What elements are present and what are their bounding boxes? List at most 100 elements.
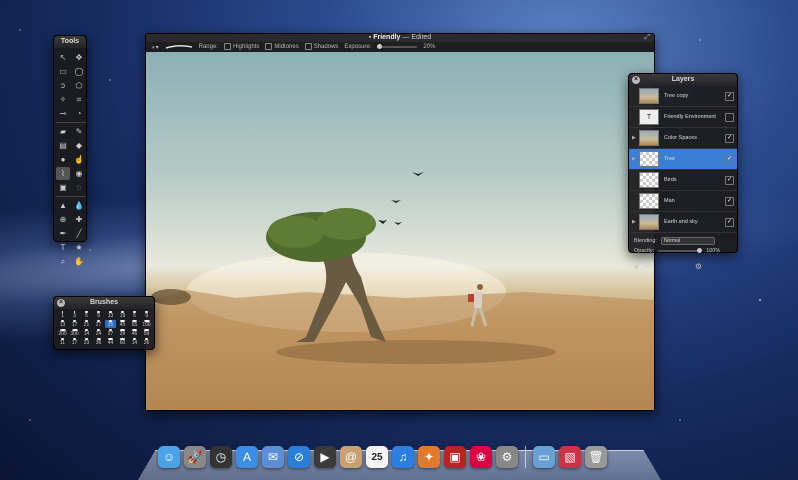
brush-icon[interactable]: ⌇ xyxy=(56,167,70,180)
exposure-slider-knob[interactable] xyxy=(377,44,383,49)
brush-preset[interactable]: 13 xyxy=(57,320,68,328)
pixelmator-icon[interactable]: ✦ xyxy=(418,446,440,468)
brush-preset[interactable]: 5 xyxy=(81,311,92,319)
iphoto-icon[interactable]: ❀ xyxy=(470,446,492,468)
brush-stroke-preview[interactable] xyxy=(165,44,193,50)
brush-preset[interactable]: 9 xyxy=(93,311,104,319)
eyedropper-icon[interactable]: ⊸ xyxy=(56,107,70,120)
photos-icon[interactable]: ▧ xyxy=(559,446,581,468)
trash-icon[interactable]: 🗑 xyxy=(585,446,607,468)
facetime-icon[interactable]: ▶ xyxy=(314,446,336,468)
opacity-slider-knob[interactable] xyxy=(697,248,703,253)
blending-select[interactable]: Normal xyxy=(660,237,715,245)
system-preferences-icon[interactable]: ⚙ xyxy=(496,446,518,468)
layer-actions-icon[interactable]: ⚙ xyxy=(695,262,702,271)
brush-preset[interactable]: 17 xyxy=(69,320,80,328)
brush-preset[interactable]: 13 xyxy=(105,311,116,319)
text-icon[interactable]: T xyxy=(56,241,70,254)
brush-preset[interactable]: 5 xyxy=(129,311,140,319)
poly-lasso-icon[interactable]: ⬠ xyxy=(72,79,86,92)
ellipse-select-icon[interactable]: ◯ xyxy=(72,65,86,78)
photo-booth-icon[interactable]: ▣ xyxy=(444,446,466,468)
sharpen-icon[interactable]: ▲ xyxy=(56,199,70,212)
zoom-icon[interactable]: ⌕ xyxy=(56,255,70,268)
brush-preset[interactable]: 65 xyxy=(129,320,140,328)
hand-icon[interactable]: ✋ xyxy=(72,255,86,268)
smudge-icon[interactable]: ☝ xyxy=(72,153,86,166)
launchpad-icon[interactable]: 🚀 xyxy=(184,446,206,468)
gradient-icon[interactable]: ▤ xyxy=(56,139,70,152)
app-store-icon[interactable]: A xyxy=(236,446,258,468)
brush-preset[interactable]: 1 xyxy=(57,311,68,319)
brush-preset[interactable]: 59 xyxy=(141,329,152,337)
magic-wand-icon[interactable]: ✧ xyxy=(56,93,70,106)
remove-layer-icon[interactable]: − xyxy=(645,262,650,271)
mail-icon[interactable]: ✉ xyxy=(262,446,284,468)
brush-preset[interactable]: 14 xyxy=(81,329,92,337)
midtones-option[interactable]: Midtones xyxy=(265,43,299,51)
sponge-icon[interactable]: ▣ xyxy=(56,181,70,194)
close-icon[interactable]: × xyxy=(632,76,640,84)
line-icon[interactable]: ╱ xyxy=(72,227,86,240)
brush-preset[interactable]: 39 xyxy=(117,329,128,337)
fullscreen-icon[interactable]: ⤢ xyxy=(644,34,650,42)
brush-preset[interactable]: 14 xyxy=(129,338,140,346)
disclosure-icon[interactable]: ▶ xyxy=(632,135,639,141)
brush-preset[interactable]: 300 xyxy=(69,329,80,337)
eraser-icon[interactable]: ▰ xyxy=(56,125,70,138)
brush-preset-icon[interactable]: ◐▾ xyxy=(152,44,159,51)
brush-preset[interactable]: 9 xyxy=(141,311,152,319)
visibility-checkbox[interactable] xyxy=(725,112,734,122)
crop-icon[interactable]: ⌗ xyxy=(72,93,86,106)
pencil-icon[interactable]: ✎ xyxy=(72,125,86,138)
itunes-icon[interactable]: ♫ xyxy=(392,446,414,468)
visibility-checkbox[interactable]: ✓ xyxy=(725,154,734,164)
brush-preset[interactable]: 11 xyxy=(57,338,68,346)
brush-preset[interactable]: 35 xyxy=(105,320,116,328)
brush-preset[interactable]: 46 xyxy=(129,329,140,337)
brush-preset[interactable]: 17 xyxy=(69,338,80,346)
layer-row[interactable]: T Friendly Environment xyxy=(629,107,737,128)
clone-icon[interactable]: ⊕ xyxy=(56,213,70,226)
close-icon[interactable]: × xyxy=(57,299,65,307)
move-icon[interactable]: ✥ xyxy=(72,51,86,64)
rect-select-icon[interactable]: ▭ xyxy=(56,65,70,78)
brush-preset[interactable]: 21 xyxy=(81,320,92,328)
opacity-slider[interactable] xyxy=(658,248,703,253)
exposure-slider[interactable] xyxy=(377,44,418,49)
brush-preset[interactable]: 200 xyxy=(57,329,68,337)
brush-preset[interactable]: 27 xyxy=(93,320,104,328)
folder-icon[interactable]: ▭ xyxy=(533,446,555,468)
brush-preset[interactable]: 24 xyxy=(93,329,104,337)
visibility-checkbox[interactable]: ✓ xyxy=(725,91,734,101)
color-picker-icon[interactable]: ◔ xyxy=(72,107,86,120)
pen-icon[interactable]: ✒ xyxy=(56,227,70,240)
brush-preset[interactable]: 60 xyxy=(117,338,128,346)
brush-preset[interactable]: 100 xyxy=(141,320,152,328)
blur-icon[interactable]: 💧 xyxy=(72,199,86,212)
layer-row[interactable]: Birds ✓ xyxy=(629,170,737,191)
visibility-checkbox[interactable]: ✓ xyxy=(725,175,734,185)
layer-row[interactable]: Man ✓ xyxy=(629,191,737,212)
paint-icon[interactable]: ● xyxy=(56,153,70,166)
heal-icon[interactable]: ✚ xyxy=(72,213,86,226)
brush-preset[interactable]: 27 xyxy=(105,329,116,337)
brush-preset[interactable]: 44 xyxy=(105,338,116,346)
brush-preset[interactable]: 26 xyxy=(141,338,152,346)
layer-row[interactable]: ▶ Earth and sky ✓ xyxy=(629,212,737,233)
layer-row[interactable]: Tree copy ✓ xyxy=(629,86,737,107)
brush-preset[interactable]: 45 xyxy=(117,320,128,328)
add-layer-icon[interactable]: + xyxy=(634,262,639,271)
lasso-icon[interactable]: ↄ xyxy=(56,79,70,92)
arrow-icon[interactable]: ↖ xyxy=(56,51,70,64)
highlights-checkbox[interactable] xyxy=(224,43,231,51)
dodge-icon[interactable]: ◌ xyxy=(72,181,86,194)
brush-preset[interactable]: 3 xyxy=(69,311,80,319)
shadows-option[interactable]: Shadows xyxy=(304,43,338,51)
brush-preset[interactable]: 23 xyxy=(81,338,92,346)
burn-icon[interactable]: ◉ xyxy=(72,167,86,180)
safari-icon[interactable]: ⊘ xyxy=(288,446,310,468)
brush-preset[interactable]: 19 xyxy=(117,311,128,319)
contacts-icon[interactable]: @ xyxy=(340,446,362,468)
layer-row[interactable]: ▶ Color Spaces ✓ xyxy=(629,128,737,149)
